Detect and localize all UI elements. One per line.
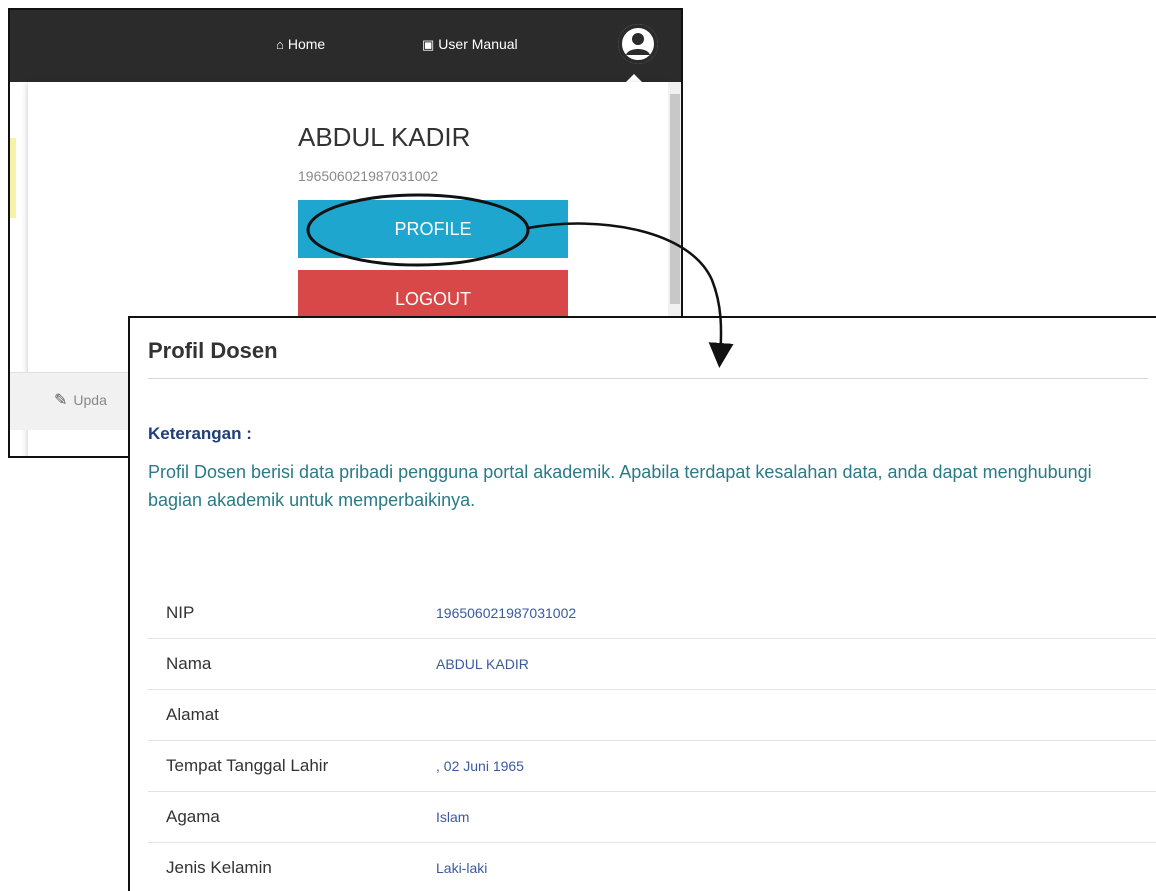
navbar	[10, 10, 681, 82]
background-highlight-strip	[10, 138, 16, 218]
profile-field-value: Islam	[436, 809, 470, 825]
nav-home-link[interactable]: ⌂ Home	[276, 36, 325, 52]
update-link[interactable]: ✎ Upda	[54, 390, 107, 410]
title-divider	[148, 378, 1148, 379]
profile-row-nip: NIP 196506021987031002	[148, 588, 1156, 639]
keterangan-label: Keterangan :	[148, 424, 252, 443]
profile-button[interactable]: PROFILE	[298, 200, 568, 258]
profile-field-value: Laki-laki	[436, 860, 488, 876]
nav-user-manual-link[interactable]: ▣ User Manual	[422, 36, 518, 52]
profile-row-agama: Agama Islam	[148, 792, 1156, 843]
page-title: Profil Dosen	[148, 338, 278, 363]
profile-field-label: Alamat	[166, 705, 219, 724]
profile-field-value: 196506021987031002	[436, 605, 577, 621]
bottom-screenshot-panel: Profil Dosen Keterangan : Profil Dosen b…	[128, 316, 1156, 891]
profile-row-jenis-kelamin: Jenis Kelamin Laki-laki	[148, 843, 1156, 891]
profile-field-label: Jenis Kelamin	[166, 858, 272, 877]
nav-user-manual-label: User Manual	[438, 36, 518, 52]
home-icon: ⌂	[276, 36, 284, 52]
update-link-label: Upda	[73, 392, 107, 408]
profile-row-tempat-tanggal-lahir: Tempat Tanggal Lahir , 02 Juni 1965	[148, 741, 1156, 792]
keterangan-description: Profil Dosen berisi data pribadi penggun…	[148, 462, 1092, 510]
profile-row-alamat: Alamat	[148, 690, 1156, 741]
profile-field-label: Nama	[166, 654, 212, 673]
profile-field-label: Tempat Tanggal Lahir	[166, 756, 329, 775]
profile-field-label: Agama	[166, 807, 220, 826]
profile-field-value: , 02 Juni 1965	[436, 758, 524, 774]
nav-home-label: Home	[287, 36, 326, 52]
profile-field-label: NIP	[166, 603, 195, 622]
user-circle-icon[interactable]	[618, 24, 658, 64]
dropdown-user-nip: 196506021987031002	[298, 168, 439, 184]
profile-field-value: ABDUL KADIR	[436, 656, 529, 672]
profile-row-nama: Nama ABDUL KADIR	[148, 639, 1156, 690]
edit-icon: ✎	[54, 392, 68, 409]
dropdown-user-name: ABDUL KADIR	[298, 122, 471, 152]
scrollbar-thumb[interactable]	[670, 94, 680, 304]
document-icon: ▣	[422, 36, 435, 52]
profile-table: NIP 196506021987031002 Nama ABDUL KADIR …	[148, 588, 1156, 891]
